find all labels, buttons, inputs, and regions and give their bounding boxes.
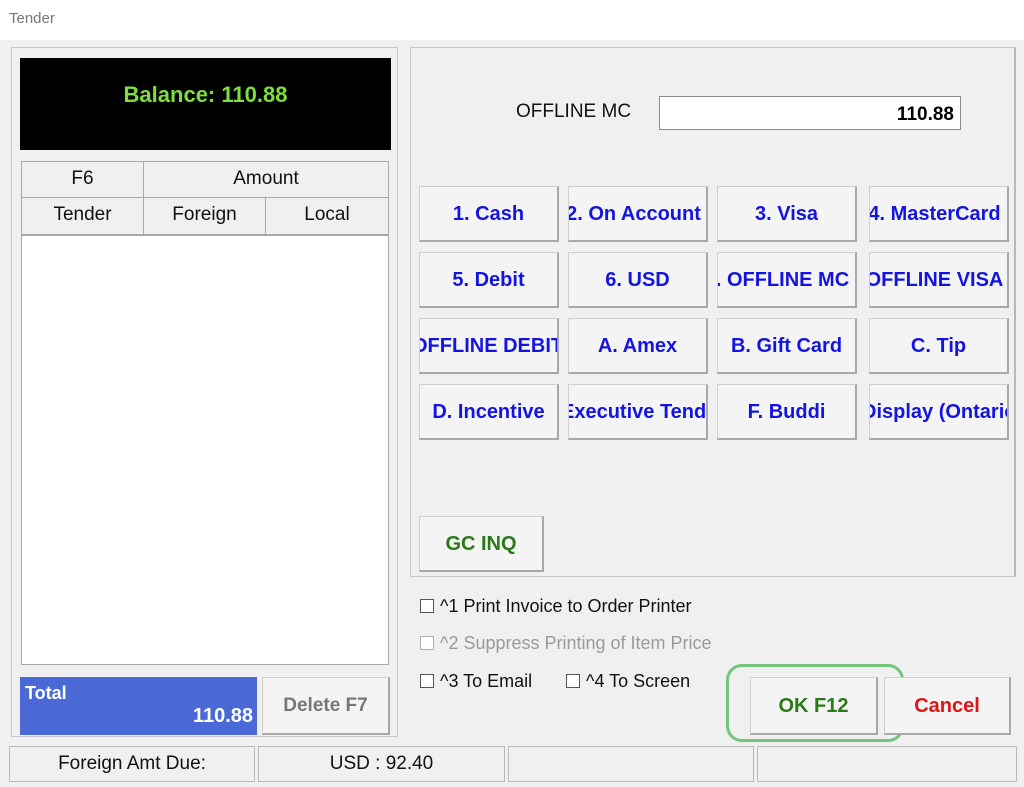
delete-button[interactable]: Delete F7	[262, 677, 390, 735]
checkbox-icon[interactable]	[420, 674, 434, 688]
to-screen-option[interactable]: ^4 To Screen	[566, 671, 690, 692]
print-invoice-option[interactable]: ^1 Print Invoice to Order Printer	[420, 596, 692, 617]
tender-button-usd[interactable]: 6. USD	[568, 252, 708, 308]
checkbox-icon[interactable]	[420, 599, 434, 613]
tender-button-offline-mc[interactable]: . OFFLINE MC	[717, 252, 857, 308]
tender-button-buddi[interactable]: F. Buddi	[717, 384, 857, 440]
status-cell-3	[508, 746, 754, 782]
suppress-price-option: ^2 Suppress Printing of Item Price	[420, 633, 712, 654]
suppress-price-label: ^2 Suppress Printing of Item Price	[440, 633, 712, 653]
checkbox-icon	[420, 636, 434, 650]
checkbox-icon[interactable]	[566, 674, 580, 688]
tender-button-cash[interactable]: 1. Cash	[419, 186, 559, 242]
tender-button-tip[interactable]: C. Tip	[869, 318, 1009, 374]
tender-button-on-account[interactable]: 2. On Account	[568, 186, 708, 242]
tender-button-gift-card[interactable]: B. Gift Card	[717, 318, 857, 374]
tender-button-visa[interactable]: 3. Visa	[717, 186, 857, 242]
tender-button-offline-debit[interactable]: OFFLINE DEBIT	[419, 318, 559, 374]
to-email-label: ^3 To Email	[440, 671, 533, 691]
foreign-amount-due-value: USD : 92.40	[258, 746, 505, 782]
window-titlebar: Tender	[0, 0, 1024, 40]
tender-button-debit[interactable]: 5. Debit	[419, 252, 559, 308]
print-invoice-label: ^1 Print Invoice to Order Printer	[440, 596, 692, 616]
to-email-option[interactable]: ^3 To Email	[420, 671, 532, 692]
tender-button-incentive[interactable]: D. Incentive	[419, 384, 559, 440]
grid-header-f6: F6	[21, 161, 144, 198]
tender-button-display-ontario[interactable]: Display (Ontario)	[869, 384, 1009, 440]
tender-button-executive-tender[interactable]: Executive Tender	[568, 384, 708, 440]
tender-button-amex[interactable]: A. Amex	[568, 318, 708, 374]
tender-button-offline-visa[interactable]: OFFLINE VISA	[869, 252, 1009, 308]
foreign-amount-due-label: Foreign Amt Due:	[9, 746, 255, 782]
offline-mc-amount-input[interactable]: 110.88	[659, 96, 961, 130]
tender-list[interactable]	[21, 235, 389, 665]
cancel-button[interactable]: Cancel	[884, 677, 1011, 735]
tender-button-mastercard[interactable]: 4. MasterCard	[869, 186, 1009, 242]
to-screen-label: ^4 To Screen	[586, 671, 691, 691]
grid-header-tender: Tender	[21, 197, 144, 235]
ok-button-highlight	[726, 664, 904, 742]
grid-header-local: Local	[265, 197, 389, 235]
grid-header-foreign: Foreign	[143, 197, 266, 235]
offline-mc-label: OFFLINE MC	[516, 101, 632, 122]
status-cell-4	[757, 746, 1017, 782]
grid-header-amount: Amount	[143, 161, 389, 198]
tender-dialog: Tender Balance: 110.88 F6 Amount Tender …	[0, 0, 1024, 787]
total-label: Total	[25, 683, 67, 703]
total-display: Total 110.88	[20, 677, 257, 735]
total-value: 110.88	[192, 705, 253, 727]
gc-inquiry-button[interactable]: GC INQ	[419, 516, 544, 572]
window-title: Tender	[9, 10, 55, 27]
balance-display: Balance: 110.88	[20, 58, 391, 150]
